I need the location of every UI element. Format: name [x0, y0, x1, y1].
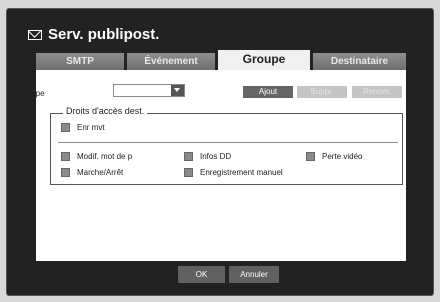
- checkbox-box[interactable]: [61, 152, 70, 161]
- checkbox-box[interactable]: [306, 152, 315, 161]
- tab-destinataire[interactable]: Destinataire: [313, 53, 406, 70]
- envelope-icon: [28, 29, 42, 40]
- checkbox-perte-video[interactable]: Perte vidéo: [306, 152, 362, 161]
- group-label: · Groupe: [13, 89, 45, 98]
- tab-bar: SMTP Événement Groupe Destinataire: [36, 50, 406, 70]
- rename-group-button[interactable]: Renom.: [352, 86, 402, 98]
- chevron-down-icon[interactable]: [171, 85, 184, 96]
- add-group-button[interactable]: Ajout: [243, 86, 293, 98]
- checkbox-box[interactable]: [184, 168, 193, 177]
- window-title: Serv. publipost.: [28, 26, 159, 43]
- cancel-button[interactable]: Annuler: [229, 266, 279, 283]
- checkbox-enr-mvt[interactable]: Enr mvt: [61, 123, 105, 132]
- checkbox-label: Modif. mot de p: [77, 152, 133, 161]
- checkbox-label: Enr mvt: [77, 123, 105, 132]
- checkbox-infos-dd[interactable]: Infos DD: [184, 152, 231, 161]
- access-rights-legend: Droits d'accès dest.: [63, 106, 148, 116]
- checkbox-box[interactable]: [184, 152, 193, 161]
- checkbox-label: Enregistrement manuel: [200, 168, 283, 177]
- checkbox-enregistrement-manuel[interactable]: Enregistrement manuel: [184, 168, 283, 177]
- ok-button[interactable]: OK: [178, 266, 225, 283]
- checkbox-label: Infos DD: [200, 152, 232, 161]
- checkbox-marche-arret[interactable]: Marche/Arrêt: [61, 168, 123, 177]
- divider: [58, 142, 398, 143]
- tab-evenement[interactable]: Événement: [127, 53, 215, 70]
- window-title-text: Serv. publipost.: [48, 26, 160, 43]
- checkbox-label: Perte vidéo: [322, 152, 363, 161]
- checkbox-box[interactable]: [61, 123, 70, 132]
- delete-group-button[interactable]: Suppr.: [297, 86, 347, 98]
- checkbox-label: Marche/Arrêt: [77, 168, 124, 177]
- checkbox-modif-mot-de-passe[interactable]: Modif. mot de p: [61, 152, 132, 161]
- group-select[interactable]: [113, 84, 185, 97]
- tab-smtp[interactable]: SMTP: [36, 53, 124, 70]
- tab-groupe[interactable]: Groupe: [218, 50, 310, 70]
- checkbox-box[interactable]: [61, 168, 70, 177]
